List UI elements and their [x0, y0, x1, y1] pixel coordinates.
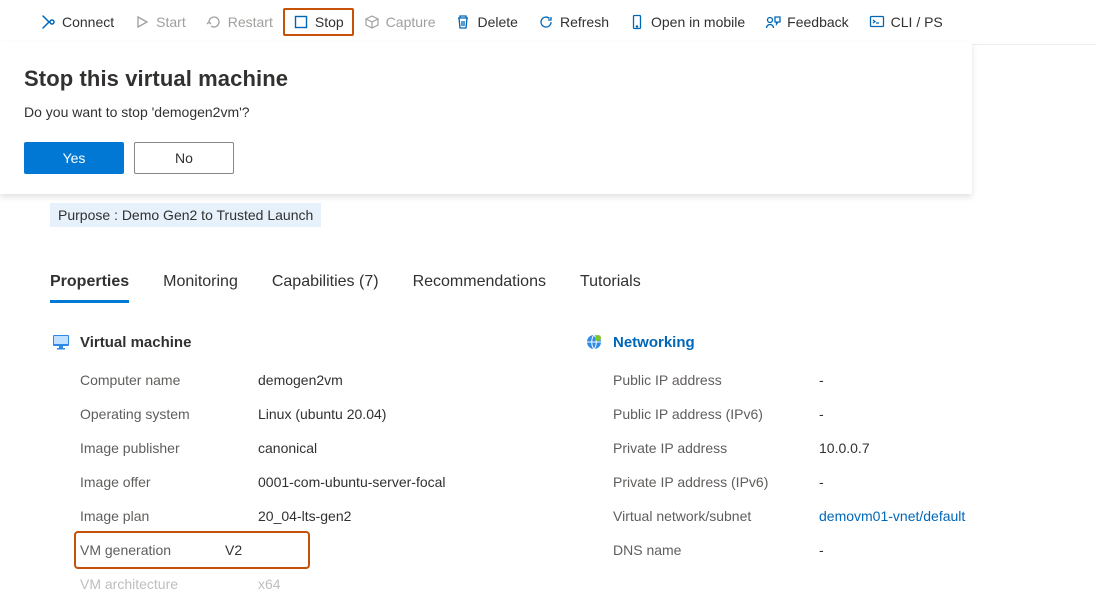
prop-label: DNS name	[613, 542, 819, 558]
tab-recommendations[interactable]: Recommendations	[413, 265, 546, 303]
tab-properties[interactable]: Properties	[50, 265, 129, 303]
vm-column: Virtual machine Computer name demogen2vm…	[50, 333, 523, 601]
prop-row-private-ip6: Private IP address (IPv6) -	[613, 465, 1056, 499]
command-toolbar: Connect Start Restart Stop Capture Delet…	[0, 0, 1096, 45]
capture-button: Capture	[354, 8, 446, 36]
tab-monitoring[interactable]: Monitoring	[163, 265, 238, 303]
stop-icon	[293, 14, 309, 30]
open-mobile-button[interactable]: Open in mobile	[619, 8, 755, 36]
cli-icon	[869, 14, 885, 30]
prop-row-os: Operating system Linux (ubuntu 20.04)	[80, 397, 523, 431]
networking-section-header[interactable]: Networking	[585, 333, 1056, 351]
dialog-message: Do you want to stop 'demogen2vm'?	[24, 104, 948, 120]
prop-value[interactable]: demovm01-vnet/default	[819, 508, 965, 524]
prop-row-vm-generation: VM generation V2	[76, 533, 308, 567]
connect-button[interactable]: Connect	[30, 8, 124, 36]
prop-label: Private IP address (IPv6)	[613, 474, 819, 490]
prop-label: Public IP address (IPv6)	[613, 406, 819, 422]
globe-icon	[585, 333, 603, 351]
prop-value: canonical	[258, 440, 317, 456]
prop-row-offer: Image offer 0001-com-ubuntu-server-focal	[80, 465, 523, 499]
refresh-button[interactable]: Refresh	[528, 8, 619, 36]
delete-button[interactable]: Delete	[445, 8, 527, 36]
prop-value: 10.0.0.7	[819, 440, 870, 456]
prop-row-vm-architecture: VM architecture x64	[80, 567, 523, 601]
prop-label: Operating system	[80, 406, 258, 422]
prop-label: Public IP address	[613, 372, 819, 388]
prop-label: Image plan	[80, 508, 258, 524]
tag-purpose[interactable]: Purpose : Demo Gen2 to Trusted Launch	[50, 203, 321, 227]
prop-label: Image publisher	[80, 440, 258, 456]
cli-ps-label: CLI / PS	[891, 14, 943, 30]
cli-ps-button[interactable]: CLI / PS	[859, 8, 953, 36]
prop-value: 0001-com-ubuntu-server-focal	[258, 474, 446, 490]
stop-button[interactable]: Stop	[283, 8, 354, 36]
refresh-icon	[538, 14, 554, 30]
vm-rows: Computer name demogen2vm Operating syste…	[50, 363, 523, 601]
feedback-label: Feedback	[787, 14, 848, 30]
stop-vm-dialog: Stop this virtual machine Do you want to…	[0, 42, 972, 194]
restart-label: Restart	[228, 14, 273, 30]
start-label: Start	[156, 14, 186, 30]
no-button[interactable]: No	[134, 142, 234, 174]
start-button: Start	[124, 8, 196, 36]
prop-row-dns-name: DNS name -	[613, 533, 1056, 567]
yes-button[interactable]: Yes	[24, 142, 124, 174]
restart-button: Restart	[196, 8, 283, 36]
capture-icon	[364, 14, 380, 30]
mobile-icon	[629, 14, 645, 30]
prop-row-public-ip6: Public IP address (IPv6) -	[613, 397, 1056, 431]
prop-row-public-ip: Public IP address -	[613, 363, 1056, 397]
start-icon	[134, 14, 150, 30]
prop-row-publisher: Image publisher canonical	[80, 431, 523, 465]
stop-label: Stop	[315, 14, 344, 30]
prop-label: VM generation	[80, 542, 225, 558]
dialog-title: Stop this virtual machine	[24, 66, 948, 92]
vm-section-title: Virtual machine	[80, 334, 191, 351]
open-mobile-label: Open in mobile	[651, 14, 745, 30]
feedback-icon	[765, 14, 781, 30]
connect-label: Connect	[62, 14, 114, 30]
tab-capabilities[interactable]: Capabilities (7)	[272, 265, 379, 303]
prop-value: V2	[225, 542, 242, 558]
prop-row-private-ip: Private IP address 10.0.0.7	[613, 431, 1056, 465]
prop-row-plan: Image plan 20_04-lts-gen2	[80, 499, 523, 533]
feedback-button[interactable]: Feedback	[755, 8, 858, 36]
prop-row-computer-name: Computer name demogen2vm	[80, 363, 523, 397]
prop-value: 20_04-lts-gen2	[258, 508, 351, 524]
delete-label: Delete	[477, 14, 517, 30]
networking-rows: Public IP address - Public IP address (I…	[583, 363, 1056, 567]
prop-row-vnet-subnet: Virtual network/subnet demovm01-vnet/def…	[613, 499, 1056, 533]
prop-value: -	[819, 372, 824, 388]
prop-label: VM architecture	[80, 576, 258, 592]
connect-icon	[40, 14, 56, 30]
vm-icon	[52, 333, 70, 351]
prop-label: Image offer	[80, 474, 258, 490]
prop-value: demogen2vm	[258, 372, 343, 388]
dialog-buttons: Yes No	[24, 142, 948, 174]
networking-column: Networking Public IP address - Public IP…	[583, 333, 1056, 601]
prop-label: Computer name	[80, 372, 258, 388]
networking-section-title: Networking	[613, 334, 695, 351]
delete-icon	[455, 14, 471, 30]
properties-columns: Virtual machine Computer name demogen2vm…	[50, 333, 1056, 601]
vm-section-header: Virtual machine	[52, 333, 523, 351]
prop-label: Private IP address	[613, 440, 819, 456]
restart-icon	[206, 14, 222, 30]
tab-tutorials[interactable]: Tutorials	[580, 265, 641, 303]
refresh-label: Refresh	[560, 14, 609, 30]
prop-value: -	[819, 474, 824, 490]
capture-label: Capture	[386, 14, 436, 30]
tabs-bar: Properties Monitoring Capabilities (7) R…	[50, 265, 1056, 303]
prop-value: Linux (ubuntu 20.04)	[258, 406, 386, 422]
prop-label: Virtual network/subnet	[613, 508, 819, 524]
prop-value: x64	[258, 576, 281, 592]
prop-value: -	[819, 542, 824, 558]
prop-value: -	[819, 406, 824, 422]
